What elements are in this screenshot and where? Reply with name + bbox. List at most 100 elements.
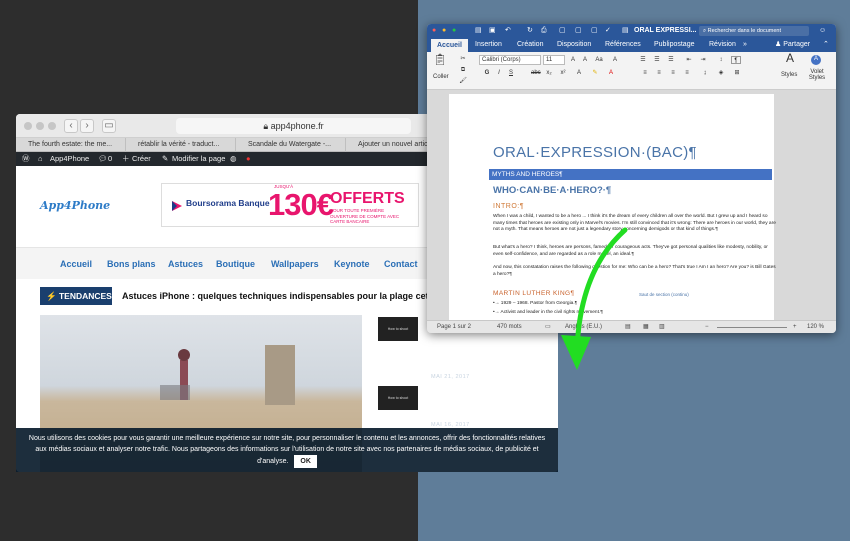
smiley-icon[interactable]: ☺ [819,24,826,38]
page-count[interactable]: Page 1 sur 2 [437,321,471,333]
tab-2[interactable]: rétablir la vérité - traduct... [126,138,236,152]
styles-icon[interactable]: A [783,52,797,68]
nav-accueil[interactable]: Accueil [60,259,92,269]
strikethrough-icon[interactable]: abc [531,69,541,77]
line-spacing-icon[interactable]: ↨ [701,69,709,77]
forward-icon[interactable]: › [80,119,94,133]
site-logo[interactable]: App4Phone [40,199,110,212]
wp-edit-page[interactable]: Modifier la page [172,152,225,166]
nav-contact[interactable]: Contact [384,259,418,269]
sidebar-icon[interactable]: ▤ [475,24,482,38]
tab-accueil[interactable]: Accueil [431,39,468,52]
minimize-dot[interactable]: ● [442,24,446,38]
seo-icon[interactable]: ◍ [230,152,237,166]
shading-icon[interactable]: ◈ [717,69,725,77]
tab-3[interactable]: Scandale du Watergate -... [236,138,346,152]
view-web-icon[interactable]: ▦ [643,321,649,333]
comment-icon[interactable]: 💬︎ [98,152,108,166]
flash-icon: ⚡ [46,291,59,301]
nav-wallpapers[interactable]: Wallpapers [271,259,319,269]
superscript-icon[interactable]: x² [559,69,567,77]
tab-publipostage[interactable]: Publipostage [654,38,694,52]
font-color-icon[interactable]: A [607,69,615,77]
proofing-icon[interactable]: ▭ [545,321,551,333]
zoom-dot[interactable]: ● [452,24,456,38]
zoom-level[interactable]: 120 % [807,321,824,333]
word-count[interactable]: 470 mots [497,321,522,333]
align-left-icon[interactable]: ≡ [641,69,649,77]
nav-astuces[interactable]: Astuces [168,259,203,269]
align-center-icon[interactable]: ≡ [655,69,663,77]
tab-creation[interactable]: Création [517,38,543,52]
bullets-icon[interactable]: ☰ [639,56,647,64]
view-outline-icon[interactable]: ▥ [659,321,665,333]
tab-insertion[interactable]: Insertion [475,38,502,52]
news-title-2[interactable]: Apple propose son guide pour prendre de … [431,388,541,418]
tab-disposition[interactable]: Disposition [557,38,591,52]
tab-more[interactable]: » [743,38,747,52]
format-painter-icon[interactable]: 🖌︎ [459,77,467,85]
wp-new[interactable]: Créer [132,152,151,166]
paste-icon[interactable]: 📋︎ [433,55,447,70]
news-thumb-2[interactable]: How to shoot [378,386,418,410]
copy-icon[interactable]: ⧉ [459,66,467,74]
zoom-slider[interactable] [717,327,787,328]
subscript-icon[interactable]: x₂ [545,69,553,77]
nav-boutique[interactable]: Boutique [216,259,255,269]
borders-icon[interactable]: ⊞ [733,69,741,77]
share-doc-icon[interactable]: ▢ [591,24,598,38]
save-icon[interactable]: ▣ [489,24,496,38]
spell-icon[interactable]: ✓ [605,24,611,38]
ad-banner[interactable]: Boursorama Banque JUSQU'À 130€ OFFERTS P… [161,183,419,227]
collapse-ribbon-icon[interactable]: ⌃ [823,38,829,52]
justify-icon[interactable]: ≡ [683,69,691,77]
bold-icon[interactable]: G [483,69,491,77]
wordpress-icon[interactable]: Ⓦ [22,152,30,166]
search-input[interactable]: ⌕ Rechercher dans le document [699,26,809,36]
nav-keynote[interactable]: Keynote [334,259,370,269]
back-icon[interactable]: ‹ [64,119,78,133]
font-size-value: 11 [546,57,553,63]
shrink-font-icon[interactable]: A [581,56,589,64]
share-button[interactable]: ♟︎ Partager [775,38,810,52]
undo-icon[interactable]: ↶ [505,24,511,38]
nav-bons-plans[interactable]: Bons plans [107,259,156,269]
cut-icon[interactable]: ✂ [459,55,467,63]
highlight-icon[interactable]: ✎ [591,69,599,77]
new-doc-icon[interactable]: ▢ [559,24,566,38]
decrease-indent-icon[interactable]: ⇤ [685,56,693,64]
align-right-icon[interactable]: ≡ [669,69,677,77]
tab-references[interactable]: Références [605,38,641,52]
redo-icon[interactable]: ↻ [527,24,533,38]
styles-pane-icon[interactable]: A [811,55,821,65]
font-select[interactable]: Calibri (Corps) [479,55,541,65]
tab-revision[interactable]: Révision [709,38,736,52]
trend-headline[interactable]: Astuces iPhone : quelques techniques ind… [122,291,436,301]
sort-icon[interactable]: ↕ [717,56,725,64]
url-bar[interactable]: 🔒︎ app4phone.fr [176,118,411,134]
news-thumb-1[interactable]: How to shoot [378,317,418,341]
pilcrow-icon[interactable]: ¶ [731,56,741,64]
zoom-dot[interactable] [48,122,56,130]
increase-indent-icon[interactable]: ⇥ [699,56,707,64]
close-dot[interactable]: ● [432,24,436,38]
tab-1[interactable]: The fourth estate: the me... [16,138,126,152]
numbering-icon[interactable]: ☰ [653,56,661,64]
open-icon[interactable]: ▢ [575,24,582,38]
cookie-ok-button[interactable]: OK [294,455,317,468]
multilevel-icon[interactable]: ☰ [667,56,675,64]
sidebar-icon[interactable]: ▭ [102,119,116,133]
zoom-out-icon[interactable]: − [705,321,709,333]
clear-format-icon[interactable]: A [611,56,619,64]
text-effects-icon[interactable]: A [575,69,583,77]
print-icon[interactable]: ⎙ [541,24,547,38]
change-case-icon[interactable]: Aa [595,56,603,64]
minimize-dot[interactable] [36,122,44,130]
font-size-select[interactable]: 11 [543,55,565,65]
underline-icon[interactable]: S [507,69,515,77]
zoom-in-icon[interactable]: + [793,321,797,333]
grow-font-icon[interactable]: A [569,56,577,64]
close-dot[interactable] [24,122,32,130]
wp-site-name[interactable]: App4Phone [50,152,89,166]
italic-icon[interactable]: I [495,69,503,77]
